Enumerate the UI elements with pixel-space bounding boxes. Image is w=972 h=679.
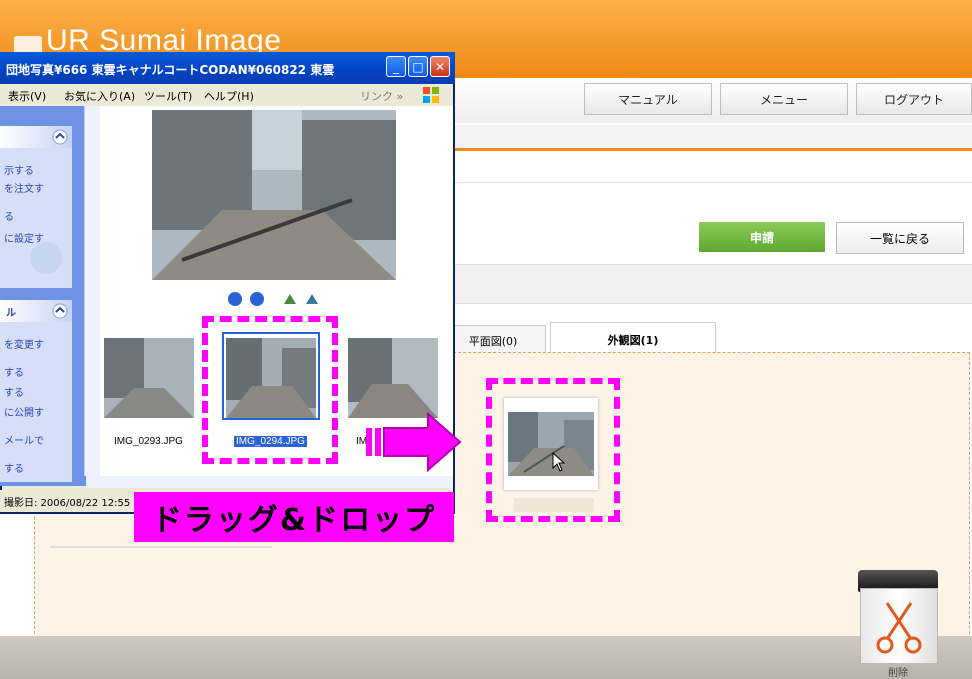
menu-button[interactable]: メニュー [720, 83, 848, 115]
close-icon[interactable]: ✕ [430, 56, 450, 77]
sidebar-link[interactable]: メールで [4, 432, 44, 447]
menu-view[interactable]: 表示(V) [8, 88, 46, 104]
menu-help[interactable]: ヘルプ(H) [204, 88, 254, 104]
drop-target-highlight [486, 378, 620, 522]
drag-and-drop-caption: ドラッグ&ドロップ [134, 492, 454, 542]
main-preview-photo [152, 110, 396, 280]
globe-icon [30, 242, 62, 274]
minimize-icon[interactable]: _ [386, 56, 406, 77]
vertical-scrollbar[interactable] [84, 106, 100, 476]
links-menu[interactable]: リンク » [360, 88, 403, 104]
drag-arrow-icon [366, 412, 462, 472]
maximize-icon[interactable]: □ [408, 56, 428, 77]
sidebar-panel-picture-tasks: 示する を注文す る に設定す [0, 148, 72, 288]
delete-trash[interactable]: 削除 [852, 570, 944, 679]
trash-body-icon [860, 588, 938, 664]
previous-image-icon[interactable] [228, 292, 242, 306]
trash-label: 削除 [888, 668, 908, 679]
status-bar: 撮影日: 2006/08/22 12:55 [0, 490, 140, 512]
sidebar-link[interactable]: する [4, 364, 24, 379]
apply-button[interactable]: 申請 [699, 222, 825, 252]
divider [50, 546, 272, 548]
rotate-right-icon[interactable] [304, 292, 320, 306]
sidebar-link[interactable]: る [4, 208, 14, 223]
drag-source-highlight [202, 316, 338, 464]
sidebar-link[interactable]: を変更す [4, 336, 44, 351]
rotate-left-icon[interactable] [282, 292, 298, 306]
sidebar-link[interactable]: を注文す [4, 180, 44, 195]
sidebar-panel-file-tasks: を変更す する する に公開す メールで する [0, 322, 72, 482]
sidebar-link[interactable]: する [4, 384, 24, 399]
thumbnail-image[interactable] [348, 338, 438, 418]
footer [0, 636, 972, 679]
windows-logo-icon [423, 87, 439, 103]
logout-button[interactable]: ログアウト [856, 83, 972, 115]
menu-favorites[interactable]: お気に入り(A) [64, 88, 135, 104]
sidebar-section-title: ル [6, 308, 16, 319]
thumbnail-label: IMG_0293.JPG [114, 436, 183, 447]
sidebar-link[interactable]: 示する [4, 162, 34, 177]
sidebar-link[interactable]: に公開す [4, 404, 44, 419]
back-to-list-button[interactable]: 一覧に戻る [836, 222, 964, 254]
scissors-icon [876, 602, 922, 654]
explorer-title: 団地写真¥666 東雲キャナルコートCODAN¥060822 東雲 [6, 63, 335, 77]
next-image-icon[interactable] [250, 292, 264, 306]
manual-button[interactable]: マニュアル [584, 83, 712, 115]
sidebar-link[interactable]: する [4, 460, 24, 475]
collapse-icon[interactable] [52, 303, 68, 319]
tab-exterior[interactable]: 外観図(1) [550, 322, 716, 356]
collapse-icon[interactable] [52, 129, 68, 145]
thumbnail-image[interactable] [104, 338, 194, 418]
horizontal-scrollbar[interactable] [86, 476, 453, 488]
status-text: 撮影日: 2006/08/22 12:55 [4, 497, 131, 509]
menu-tools[interactable]: ツール(T) [144, 88, 192, 104]
